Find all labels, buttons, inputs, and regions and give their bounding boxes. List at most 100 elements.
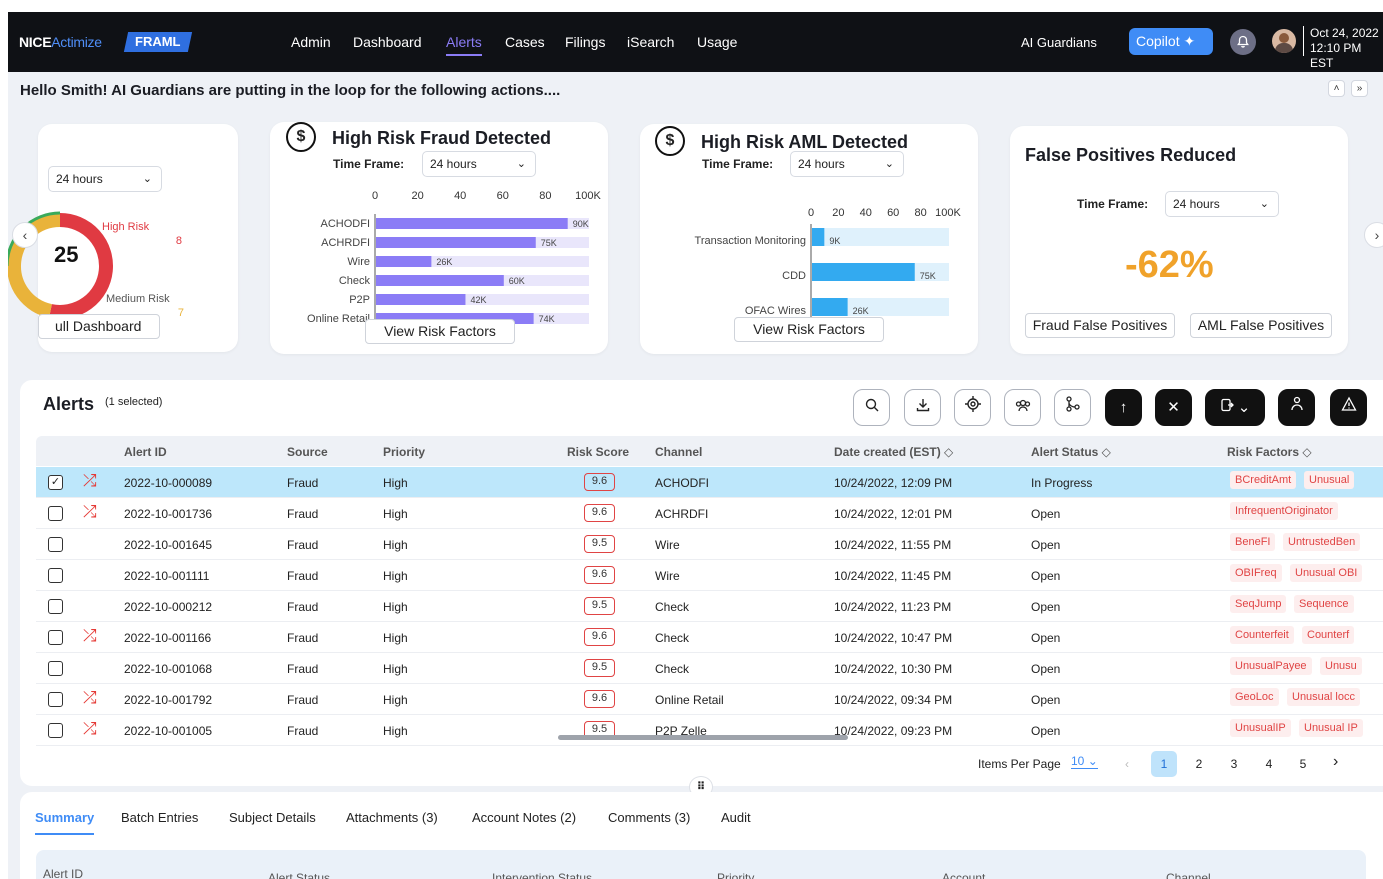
page-3[interactable]: 3 [1221,751,1247,777]
user-escalate-icon[interactable] [1278,389,1315,426]
risk-factor-tag[interactable]: Unusual IP [1299,719,1363,737]
risk-factor-tag[interactable]: Counterf [1302,626,1355,644]
table-row[interactable]: ⤮ 2022-10-001166 Fraud High 9.6 Check 10/24/20… [36,622,1383,653]
row-checkbox[interactable] [48,506,63,521]
risk-factor-tag[interactable]: UnusualIP [1230,719,1291,737]
tab-account-notes[interactable]: Account Notes (2) [472,810,576,825]
group-icon[interactable] [1004,389,1041,426]
page-prev-icon[interactable]: ‹ [1125,757,1129,771]
aml-false-positives-button[interactable]: AML False Positives [1190,313,1332,338]
row-checkbox[interactable] [48,661,63,676]
page-next-icon[interactable]: › [1333,753,1338,771]
col-alert-id[interactable]: Alert ID [124,445,167,459]
tab-batch-entries[interactable]: Batch Entries [121,810,198,825]
alert-source: Fraud [287,724,319,738]
risk-factor-tag[interactable]: Counterfeit [1230,626,1294,644]
risk-factor-tag[interactable]: GeoLoc [1230,688,1279,706]
tab-audit[interactable]: Audit [721,810,751,825]
row-checkbox[interactable] [48,630,63,645]
risk-timeframe-select[interactable]: 24 hours ⌄ [48,166,162,192]
alert-priority: High [383,600,408,614]
page-5[interactable]: 5 [1290,751,1316,777]
fraud-view-risk-factors-button[interactable]: View Risk Factors [365,319,515,344]
col-date-created[interactable]: Date created (EST) ◇ [834,445,953,459]
nav-isearch[interactable]: iSearch [627,34,674,50]
nav-dashboard[interactable]: Dashboard [353,34,422,50]
fp-timeframe-select[interactable]: 24 hours ⌄ [1165,191,1279,217]
tab-summary[interactable]: Summary [35,810,95,835]
items-per-page-select[interactable]: 10 ⌄ [1071,754,1098,769]
nav-filings[interactable]: Filings [565,34,605,50]
search-icon[interactable] [853,389,890,426]
bar-wire [376,256,432,267]
page-2[interactable]: 2 [1186,751,1212,777]
col-risk-score[interactable]: Risk Score [567,445,629,459]
row-checkbox[interactable] [48,537,63,552]
risk-factor-tag[interactable]: OBIFreq [1230,564,1282,582]
nav-cases[interactable]: Cases [505,34,545,50]
table-row[interactable]: ⤮ 2022-10-001736 Fraud High 9.6 ACHRDFI 10/24/… [36,498,1383,529]
target-icon[interactable] [954,389,991,426]
tab-comments[interactable]: Comments (3) [608,810,690,825]
aml-timeframe-select[interactable]: 24 hours ⌄ [790,151,904,177]
risk-factor-tag[interactable]: BeneFI [1230,533,1276,551]
table-row[interactable]: ⤮ 2022-10-001792 Fraud High 9.6 Online Retail… [36,684,1383,715]
full-dashboard-button[interactable]: ull Dashboard [38,314,160,339]
row-checkbox[interactable] [48,599,63,614]
row-checkbox[interactable] [48,723,63,738]
risk-factor-tag[interactable]: InfrequentOriginator [1230,502,1338,520]
nice-actimize-logo[interactable]: NICEActimize [19,34,102,50]
col-priority[interactable]: Priority [383,445,425,459]
alert-source: Fraud [287,507,319,521]
assign-dropdown-button[interactable]: ⌄ [1205,389,1265,426]
category-label: CDD [782,270,806,282]
table-row[interactable]: ✓ ⤮ 2022-10-000089 Fraud High 9.6 ACHODFI 10/24… [36,467,1383,498]
col-risk-factors[interactable]: Risk Factors ◇ [1227,445,1312,459]
row-checkbox[interactable] [48,692,63,707]
chevron-up-icon[interactable]: ˄ [1328,80,1345,97]
col-source[interactable]: Source [287,445,328,459]
close-icon[interactable]: ✕ [1155,389,1192,426]
risk-factor-tag[interactable]: Unusual [1304,471,1355,489]
row-checkbox[interactable] [48,568,63,583]
download-icon[interactable] [904,389,941,426]
risk-factor-tag[interactable]: UntrustedBen [1283,533,1361,551]
workflow-icon[interactable] [1054,389,1091,426]
tab-subject-details[interactable]: Subject Details [229,810,316,825]
risk-factor-tag[interactable]: BCreditAmt [1230,471,1297,489]
fraud-timeframe-select[interactable]: 24 hours ⌄ [422,151,536,177]
carousel-prev-button[interactable]: ‹ [12,222,38,248]
fraud-false-positives-button[interactable]: Fraud False Positives [1025,313,1175,338]
aml-view-risk-factors-button[interactable]: View Risk Factors [734,317,884,342]
chevron-double-down-icon[interactable]: » [1351,80,1368,97]
risk-factor-tag[interactable]: Unusu [1320,657,1362,675]
bar-value-label: 75K [920,271,936,281]
user-avatar[interactable] [1272,29,1296,53]
copilot-button[interactable]: Copilot ✦ [1129,28,1213,55]
page-1[interactable]: 1 [1151,751,1177,777]
table-row[interactable]: 2022-10-001111 Fraud High 9.6 Wire 10/24/2022… [36,560,1383,591]
arrow-up-icon[interactable]: ↑ [1105,389,1142,426]
table-row[interactable]: 2022-10-001068 Fraud High 9.5 Check 10/24/202… [36,653,1383,684]
risk-factor-tag[interactable]: SeqJump [1230,595,1287,613]
bell-icon[interactable] [1230,29,1256,55]
table-scrollbar[interactable] [558,735,848,740]
page-4[interactable]: 4 [1256,751,1282,777]
table-row[interactable]: 2022-10-001645 Fraud High 9.5 Wire 10/24/2022… [36,529,1383,560]
nav-admin[interactable]: Admin [291,34,331,50]
nav-alerts[interactable]: Alerts [446,34,482,56]
table-row[interactable]: 2022-10-000212 Fraud High 9.5 Check 10/24/202… [36,591,1383,622]
nav-usage[interactable]: Usage [697,34,737,50]
row-checkbox[interactable]: ✓ [48,475,63,490]
risk-factor-tag[interactable]: Unusual locc [1287,688,1360,706]
risk-factor-tag[interactable]: Sequence [1294,595,1354,613]
tab-attachments[interactable]: Attachments (3) [346,810,438,825]
col-channel[interactable]: Channel [655,445,702,459]
warning-user-icon[interactable] [1330,389,1367,426]
col-alert-status[interactable]: Alert Status ◇ [1031,445,1111,459]
ai-guardians-link[interactable]: AI Guardians [1021,35,1097,50]
risk-factor-tag[interactable]: Unusual OBI [1290,564,1363,582]
carousel-next-button[interactable]: › [1364,222,1383,248]
risk-factor-tag[interactable]: UnusualPayee [1230,657,1312,675]
table-row[interactable]: ⤮ 2022-10-001005 Fraud High 9.5 P2P Zelle 10/2… [36,715,1383,746]
